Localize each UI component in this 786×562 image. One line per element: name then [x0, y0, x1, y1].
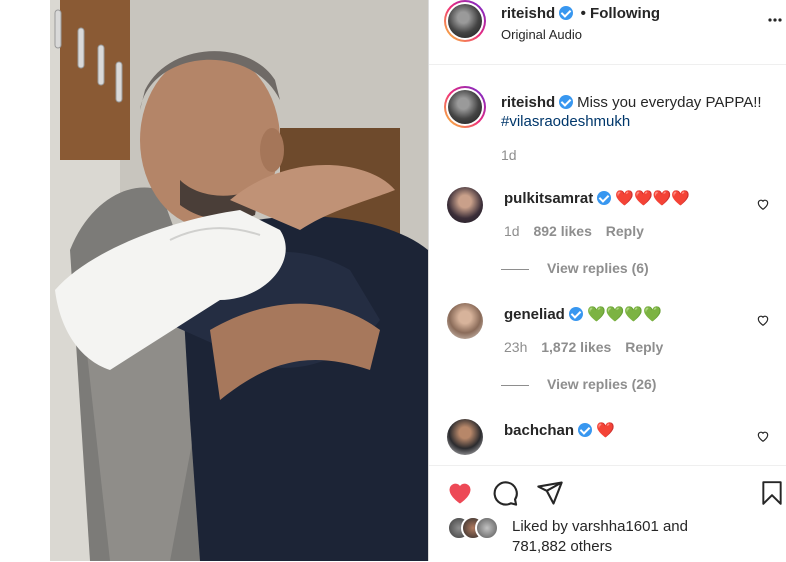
liked-by-user[interactable]: varshha1601 — [572, 518, 659, 535]
comment-meta: 23h 1,872 likes Reply — [504, 339, 663, 355]
comment-icon[interactable] — [491, 479, 519, 507]
action-bar: Liked by varshha1601 and 781,882 others — [429, 465, 786, 562]
caption-avatar — [448, 90, 482, 124]
commenter-avatar[interactable] — [447, 419, 483, 455]
commenter-avatar[interactable] — [447, 303, 483, 339]
verified-badge-icon — [559, 6, 574, 20]
caption-avatar-ring[interactable] — [444, 86, 486, 128]
comment-username[interactable]: bachchan — [504, 422, 574, 439]
reply-line — [501, 384, 529, 386]
left-margin — [0, 0, 50, 561]
commenter-avatar[interactable] — [447, 187, 483, 223]
comment-username[interactable]: geneliad — [504, 306, 565, 323]
post-header: riteishd • Following Original Audio — [429, 0, 786, 65]
liked-by-and: and — [662, 518, 688, 535]
caption-age[interactable]: 1d — [501, 147, 517, 163]
view-replies[interactable]: View replies (6) — [501, 260, 649, 276]
author-line: riteishd • Following — [501, 5, 660, 23]
post-video[interactable] — [50, 0, 428, 561]
caption-username[interactable]: riteishd — [501, 94, 555, 111]
comment-age[interactable]: 1d — [504, 223, 520, 239]
video-frame-illustration — [50, 0, 428, 561]
story-ring[interactable] — [444, 0, 486, 42]
author-avatar — [448, 4, 482, 38]
likes-summary: Liked by varshha1601 and 781,882 others — [512, 517, 772, 557]
bookmark-icon[interactable] — [759, 479, 785, 507]
verified-badge-icon — [559, 95, 574, 109]
verified-badge-icon — [568, 307, 583, 321]
caption-hashtag[interactable]: #vilasraodeshmukh — [501, 113, 630, 130]
verified-badge-icon — [597, 191, 612, 205]
comment-meta: 1d 892 likes Reply — [504, 223, 644, 239]
author-username[interactable]: riteishd — [501, 5, 555, 22]
audio-label[interactable]: Original Audio — [501, 27, 582, 42]
liked-by-others[interactable]: 781,882 others — [512, 538, 612, 555]
comment-likes[interactable]: 892 likes — [533, 223, 591, 239]
comment-like-icon[interactable] — [756, 313, 770, 327]
comment-likes[interactable]: 1,872 likes — [541, 339, 611, 355]
comment-username[interactable]: pulkitsamrat — [504, 190, 593, 207]
comment-like-icon[interactable] — [756, 197, 770, 211]
comment-text: ❤️❤️❤️❤️ — [615, 190, 691, 207]
comment-age[interactable]: 23h — [504, 339, 527, 355]
view-replies[interactable]: View replies (26) — [501, 376, 656, 392]
verified-badge-icon — [578, 423, 593, 437]
view-replies-label[interactable]: View replies (26) — [547, 376, 656, 392]
share-icon[interactable] — [536, 479, 564, 507]
post-side-panel: riteishd • Following Original Audio rite… — [429, 0, 786, 562]
comment-line: geneliad 💚💚💚💚 — [504, 305, 662, 323]
comment-reply-button[interactable]: Reply — [606, 223, 644, 239]
liked-by-avatars[interactable] — [447, 516, 517, 540]
more-options-icon[interactable] — [767, 12, 783, 33]
follow-status[interactable]: • Following — [581, 5, 660, 22]
comment-like-icon[interactable] — [756, 429, 770, 443]
heart-filled-icon[interactable] — [446, 479, 474, 507]
comment-text: ❤️ — [596, 422, 615, 439]
comment-reply-button[interactable]: Reply — [625, 339, 663, 355]
reply-line — [501, 268, 529, 270]
caption: riteishd Miss you everyday PAPPA!! #vila… — [501, 93, 771, 131]
comment-line: bachchan ❤️ — [504, 421, 615, 439]
liked-by-prefix: Liked by — [512, 518, 568, 535]
comment-text: 💚💚💚💚 — [587, 306, 662, 323]
view-replies-label[interactable]: View replies (6) — [547, 260, 649, 276]
caption-text: Miss you everyday PAPPA!! — [577, 94, 762, 111]
comment-line: pulkitsamrat ❤️❤️❤️❤️ — [504, 189, 690, 207]
